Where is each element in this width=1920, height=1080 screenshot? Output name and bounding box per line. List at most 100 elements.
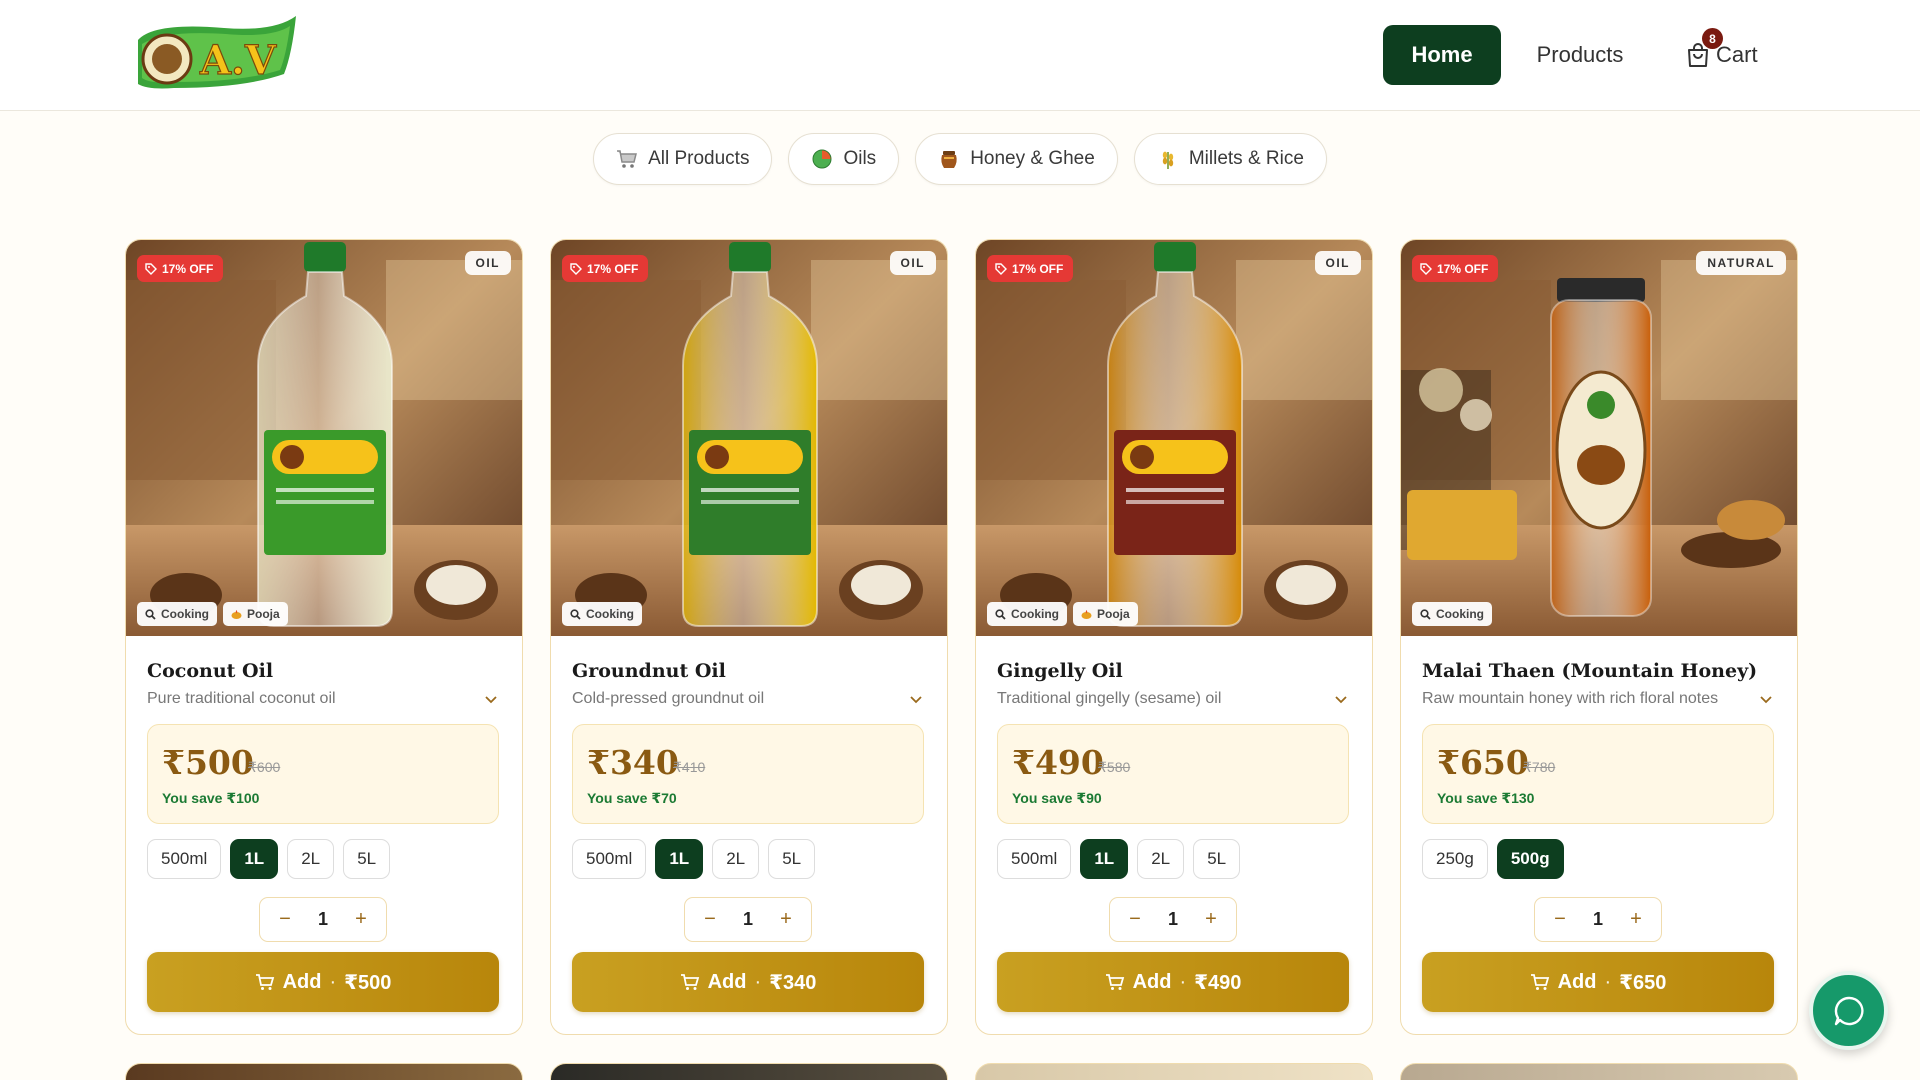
- separator-dot: ·: [754, 970, 762, 993]
- logo-graphic: A.V: [138, 16, 296, 89]
- usage-tag: Cooking: [137, 602, 217, 626]
- usage-tag-label: Cooking: [161, 607, 209, 621]
- usage-tags: Cooking: [1412, 602, 1492, 626]
- size-option[interactable]: 250g: [1422, 839, 1488, 879]
- current-price: ₹340: [587, 743, 679, 782]
- chevron-down-icon[interactable]: [1758, 691, 1774, 707]
- logo-text: A.V: [199, 37, 277, 84]
- size-option[interactable]: 500g: [1496, 839, 1564, 879]
- product-image[interactable]: 17% OFF OIL Cooking Pooja: [976, 240, 1372, 636]
- add-label: Add: [282, 970, 322, 993]
- search-icon: [570, 608, 581, 620]
- original-price: ₹600: [248, 759, 281, 775]
- cart-label: Cart: [1716, 42, 1758, 67]
- quantity-stepper: − 1 +: [1534, 897, 1662, 942]
- usage-tag: Pooja: [223, 602, 288, 626]
- decrement-button[interactable]: −: [276, 908, 294, 931]
- product-title[interactable]: Coconut Oil: [147, 660, 273, 682]
- decrement-button[interactable]: −: [1126, 908, 1144, 931]
- add-price: ₹490: [1194, 971, 1242, 994]
- decrement-button[interactable]: −: [701, 908, 719, 931]
- category-badge: NATURAL: [1696, 251, 1786, 275]
- add-label: Add: [1557, 970, 1597, 993]
- cart-icon: [255, 974, 274, 990]
- size-option[interactable]: 1L: [230, 839, 279, 879]
- increment-button[interactable]: +: [352, 908, 370, 931]
- size-option[interactable]: 5L: [768, 839, 816, 879]
- chat-button[interactable]: [1809, 971, 1888, 1050]
- product-card-peek[interactable]: [125, 1063, 523, 1080]
- decrement-button[interactable]: −: [1551, 908, 1569, 931]
- category-honey-ghee[interactable]: Honey & Ghee: [915, 133, 1118, 185]
- add-label: Add: [1132, 970, 1172, 993]
- category-label: Millets & Rice: [1188, 148, 1304, 169]
- size-option[interactable]: 2L: [287, 839, 335, 879]
- category-badge: OIL: [1314, 251, 1361, 275]
- product-card: 17% OFF OIL Cooking Pooja Gingelly Oil Tr…: [975, 239, 1373, 1035]
- product-photo: [126, 240, 522, 636]
- original-price: ₹410: [673, 759, 706, 775]
- site-header: A.V Home Products 8 Cart: [0, 0, 1920, 111]
- grain-icon: [1157, 148, 1179, 170]
- cart-icon: [1105, 974, 1124, 990]
- separator-dot: ·: [329, 970, 337, 993]
- discount-badge: 17% OFF: [1412, 255, 1499, 282]
- usage-tag: Cooking: [562, 602, 642, 626]
- product-image[interactable]: 17% OFF OIL Cooking Pooja: [126, 240, 522, 636]
- product-image[interactable]: 17% OFF NATURAL Cooking: [1401, 240, 1797, 636]
- product-title[interactable]: Groundnut Oil: [572, 660, 726, 682]
- search-icon: [1420, 608, 1431, 620]
- product-card-peek[interactable]: [550, 1063, 948, 1080]
- separator-dot: ·: [1179, 970, 1187, 993]
- nav-cart-link[interactable]: 8 Cart: [1686, 25, 1786, 85]
- add-to-cart-button[interactable]: Add · ₹650: [1422, 952, 1774, 1012]
- price-box: ₹500 ₹600 You save ₹100: [147, 724, 499, 824]
- search-icon: [995, 608, 1006, 620]
- savings-text: You save ₹100: [162, 790, 260, 806]
- size-option[interactable]: 1L: [655, 839, 704, 879]
- quantity-stepper: − 1 +: [684, 897, 812, 942]
- price-box: ₹490 ₹580 You save ₹90: [997, 724, 1349, 824]
- size-selector: 500ml 1L 2L 5L: [572, 839, 816, 879]
- size-option[interactable]: 5L: [343, 839, 391, 879]
- savings-text: You save ₹90: [1012, 790, 1102, 806]
- add-price: ₹650: [1619, 971, 1667, 994]
- product-card-peek[interactable]: [975, 1063, 1373, 1080]
- product-title[interactable]: Gingelly Oil: [997, 660, 1123, 682]
- add-to-cart-button[interactable]: Add · ₹490: [997, 952, 1349, 1012]
- chevron-down-icon[interactable]: [483, 691, 499, 707]
- size-option[interactable]: 2L: [712, 839, 760, 879]
- product-description: Traditional gingelly (sesame) oil: [997, 690, 1222, 707]
- brand-logo[interactable]: A.V: [134, 14, 302, 94]
- size-option[interactable]: 1L: [1080, 839, 1129, 879]
- tag-icon: [570, 262, 582, 275]
- add-to-cart-button[interactable]: Add · ₹500: [147, 952, 499, 1012]
- product-card: 17% OFF OIL Cooking Pooja Coconut Oil Pur…: [125, 239, 523, 1035]
- product-image[interactable]: 17% OFF OIL Cooking: [551, 240, 947, 636]
- increment-button[interactable]: +: [1202, 908, 1220, 931]
- size-option[interactable]: 500ml: [147, 839, 222, 879]
- category-label: All Products: [648, 148, 750, 169]
- category-millets-rice[interactable]: Millets & Rice: [1133, 133, 1327, 185]
- usage-tag: Cooking: [987, 602, 1067, 626]
- add-to-cart-button[interactable]: Add · ₹340: [572, 952, 924, 1012]
- increment-button[interactable]: +: [1627, 908, 1645, 931]
- product-title[interactable]: Malai Thaen (Mountain Honey): [1422, 660, 1757, 682]
- quantity-value: 1: [317, 909, 328, 929]
- chevron-down-icon[interactable]: [1333, 691, 1349, 707]
- size-option[interactable]: 500ml: [572, 839, 647, 879]
- tag-icon: [1420, 262, 1432, 275]
- nav-home-button[interactable]: Home: [1383, 25, 1501, 85]
- product-card-peek[interactable]: [1400, 1063, 1798, 1080]
- usage-tag-label: Pooja: [247, 607, 280, 621]
- usage-tag: Cooking: [1412, 602, 1492, 626]
- chevron-down-icon[interactable]: [908, 691, 924, 707]
- nav-products-link[interactable]: Products: [1520, 25, 1640, 85]
- size-option[interactable]: 500ml: [997, 839, 1072, 879]
- increment-button[interactable]: +: [777, 908, 795, 931]
- size-selector: 250g 500g: [1422, 839, 1564, 879]
- size-option[interactable]: 5L: [1193, 839, 1241, 879]
- size-option[interactable]: 2L: [1137, 839, 1185, 879]
- category-all-products[interactable]: All Products: [593, 133, 773, 185]
- category-oils[interactable]: Oils: [788, 133, 900, 185]
